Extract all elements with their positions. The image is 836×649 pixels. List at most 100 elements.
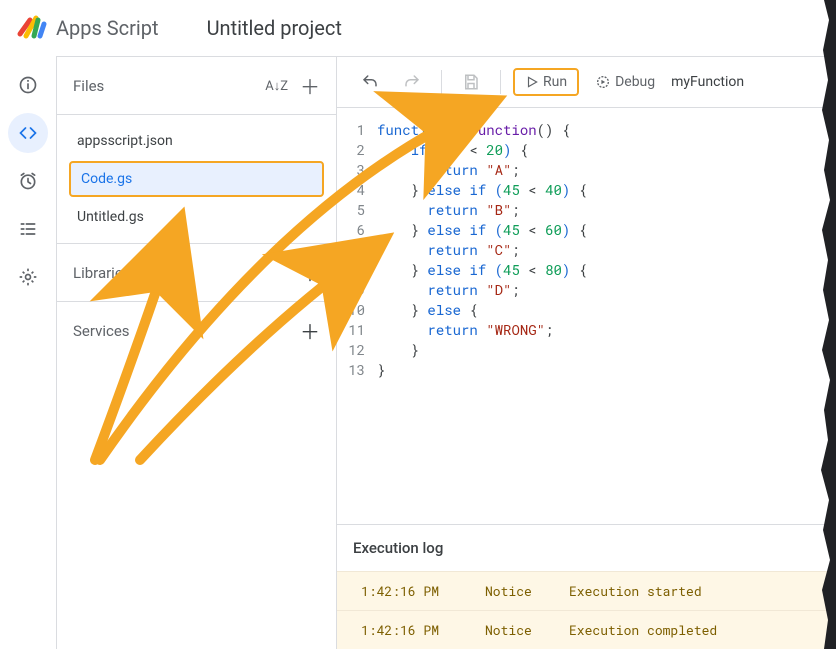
log-time: 1:42:16 PM (361, 621, 461, 639)
gutter-line-number: 12 (337, 340, 377, 360)
log-row: 1:42:16 PM Notice Execution started (337, 571, 836, 610)
code-line[interactable]: 13} (337, 360, 836, 380)
code-line-content[interactable]: } (377, 360, 836, 380)
gutter-line-number: 2 (337, 140, 377, 160)
files-panel: Files A↓Z ＋ appsscript.json Code.gs Unti… (56, 56, 336, 649)
run-button[interactable]: Run (513, 68, 579, 96)
gutter-line-number: 1 (337, 120, 377, 140)
undo-icon (361, 73, 379, 91)
code-line[interactable]: 12 } (337, 340, 836, 360)
undo-button[interactable] (353, 67, 387, 97)
code-line[interactable]: 1function myFunction() { (337, 120, 836, 140)
toolbar: Run Debug myFunction (337, 57, 836, 108)
gutter-line-number: 6 (337, 220, 377, 240)
main: Files A↓Z ＋ appsscript.json Code.gs Unti… (0, 56, 836, 649)
gutter-line-number: 13 (337, 360, 377, 380)
gutter-line-number: 3 (337, 160, 377, 180)
add-file-icon[interactable]: ＋ (300, 71, 320, 100)
files-title: Files (73, 77, 104, 95)
libraries-section: Libraries ＋ (57, 243, 336, 301)
gutter-line-number: 11 (337, 320, 377, 340)
code-icon (18, 123, 38, 143)
file-item-untitled[interactable]: Untitled.gs (57, 199, 336, 235)
nav-editor[interactable] (8, 113, 48, 153)
execution-log: Execution log 1:42:16 PM Notice Execution … (337, 524, 836, 649)
code-line-content[interactable]: if (45 < 20) { (377, 140, 836, 160)
code-line[interactable]: 9 return "D"; (337, 280, 836, 300)
nav-settings[interactable] (8, 257, 48, 297)
file-item-appsscript[interactable]: appsscript.json (57, 123, 336, 159)
gutter-line-number: 4 (337, 180, 377, 200)
log-level: Notice (485, 621, 545, 639)
app-name: Apps Script (56, 16, 159, 40)
nav-executions[interactable] (8, 209, 48, 249)
log-message: Execution completed (569, 621, 717, 639)
gutter-line-number: 9 (337, 280, 377, 300)
services-label: Services (73, 322, 130, 340)
add-library-icon[interactable]: ＋ (300, 258, 320, 287)
alarm-icon (18, 171, 38, 191)
project-title[interactable]: Untitled project (207, 16, 342, 40)
log-row: 1:42:16 PM Notice Execution completed (337, 610, 836, 649)
code-line-content[interactable]: function myFunction() { (377, 120, 836, 140)
separator (500, 70, 501, 94)
file-list: appsscript.json Code.gs Untitled.gs (57, 115, 336, 243)
log-time: 1:42:16 PM (361, 582, 461, 600)
debug-button[interactable]: Debug (587, 68, 663, 96)
log-level: Notice (485, 582, 545, 600)
code-line[interactable]: 11 return "WRONG"; (337, 320, 836, 340)
code-line-content[interactable]: return "D"; (377, 280, 836, 300)
nav-triggers[interactable] (8, 161, 48, 201)
function-selector[interactable]: myFunction (671, 74, 744, 90)
services-section: Services ＋ (57, 301, 336, 359)
debug-icon (595, 74, 611, 90)
nav-rail (0, 56, 56, 649)
redo-button[interactable] (395, 67, 429, 97)
log-message: Execution started (569, 582, 702, 600)
sort-icon[interactable]: A↓Z (265, 78, 288, 94)
code-editor[interactable]: 1function myFunction() {2 if (45 < 20) {… (337, 108, 836, 524)
code-line-content[interactable]: return "C"; (377, 240, 836, 260)
code-line-content[interactable]: } (377, 340, 836, 360)
code-line-content[interactable]: } else { (377, 300, 836, 320)
execution-log-title: Execution log (337, 525, 836, 571)
run-label: Run (543, 74, 567, 90)
code-line[interactable]: 3 return "A"; (337, 160, 836, 180)
gutter-line-number: 5 (337, 200, 377, 220)
add-service-icon[interactable]: ＋ (300, 316, 320, 345)
play-icon (525, 75, 539, 89)
gutter-line-number: 7 (337, 240, 377, 260)
nav-overview[interactable] (8, 65, 48, 105)
separator (441, 70, 442, 94)
gutter-line-number: 10 (337, 300, 377, 320)
code-line[interactable]: 4 } else if (45 < 40) { (337, 180, 836, 200)
files-actions: A↓Z ＋ (265, 71, 320, 100)
redo-icon (403, 73, 421, 91)
file-item-code[interactable]: Code.gs (69, 161, 324, 197)
code-line-content[interactable]: return "A"; (377, 160, 836, 180)
code-line[interactable]: 10 } else { (337, 300, 836, 320)
code-line-content[interactable]: return "WRONG"; (377, 320, 836, 340)
code-line-content[interactable]: } else if (45 < 40) { (377, 180, 836, 200)
code-line-content[interactable]: } else if (45 < 60) { (377, 220, 836, 240)
logo: Apps Script (16, 12, 159, 44)
torn-edge-decoration (816, 0, 836, 649)
list-icon (18, 219, 38, 239)
code-line[interactable]: 8 } else if (45 < 80) { (337, 260, 836, 280)
code-line[interactable]: 7 return "C"; (337, 240, 836, 260)
code-line-content[interactable]: } else if (45 < 80) { (377, 260, 836, 280)
editor-area: Run Debug myFunction 1function myFunctio… (336, 56, 836, 649)
code-line[interactable]: 6 } else if (45 < 60) { (337, 220, 836, 240)
save-icon (462, 73, 480, 91)
libraries-label: Libraries (73, 264, 131, 282)
save-button[interactable] (454, 67, 488, 97)
gear-icon (18, 267, 38, 287)
code-line[interactable]: 2 if (45 < 20) { (337, 140, 836, 160)
header: Apps Script Untitled project (0, 0, 836, 56)
code-line-content[interactable]: return "B"; (377, 200, 836, 220)
info-icon (18, 75, 38, 95)
code-line[interactable]: 5 return "B"; (337, 200, 836, 220)
apps-script-logo-icon (16, 12, 48, 44)
files-header: Files A↓Z ＋ (57, 57, 336, 115)
debug-label: Debug (615, 74, 655, 90)
